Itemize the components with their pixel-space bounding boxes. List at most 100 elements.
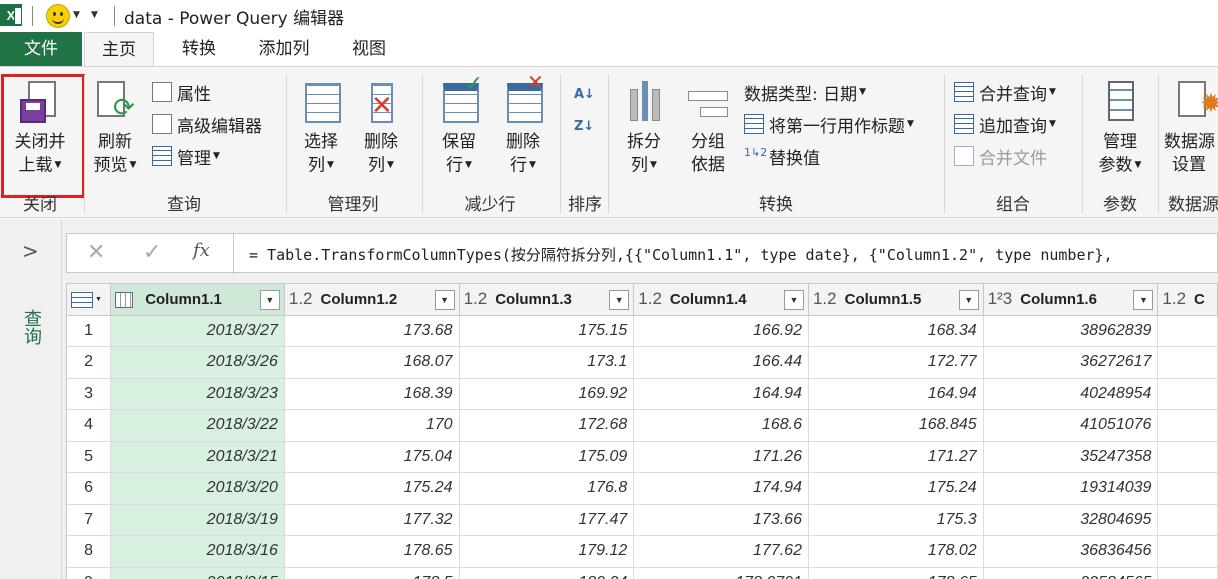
cancel-formula-icon[interactable]: ✕ [87,240,105,265]
table-cell[interactable]: 178.0701 [633,567,809,579]
table-cell[interactable]: 175.09 [459,441,635,473]
tab-transform[interactable]: 转换 [164,32,234,66]
remove-columns-button[interactable]: ✕ 删除 列 ▼ [354,71,408,178]
table-menu-header[interactable]: ▼ [67,284,112,316]
filter-dropdown-icon[interactable]: ▼ [434,290,455,310]
column-header[interactable]: 1.2 Column1.3 ▼ [459,284,635,316]
table-row[interactable]: 92018/3/15178.5180.24178.0701178.6522584… [67,567,1218,579]
fx-icon[interactable]: fx [193,240,210,261]
table-row[interactable]: 7 2018/3/19 177.32 177.47 173.66 175.3 3280469… [67,504,1218,536]
table-cell[interactable] [1157,504,1218,536]
column-header[interactable]: 1.2 Column1.2 ▼ [284,284,460,316]
table-cell[interactable]: 168.845 [808,409,984,442]
filter-dropdown-icon[interactable]: ▼ [609,290,630,310]
sort-descending-icon[interactable]: Z↓ [574,113,594,139]
table-cell[interactable]: 22584565 [983,567,1159,579]
column-header[interactable]: 1.2 C [1157,284,1218,316]
table-cell[interactable]: 177.47 [459,504,635,536]
table-cell[interactable] [1157,378,1218,410]
decimal-type-icon[interactable]: 1.2 [638,289,662,308]
table-cell[interactable]: 177.62 [633,535,809,568]
combine-files-button[interactable]: 合并文件 [954,143,1047,169]
properties-button[interactable]: 属性 [152,79,211,105]
row-index[interactable]: 5 [67,441,112,473]
table-cell[interactable]: 175.04 [284,441,460,473]
table-cell[interactable]: 164.94 [808,378,984,410]
table-cell[interactable] [1157,346,1218,379]
merge-queries-button[interactable]: 合并查询 ▼ [954,79,1056,105]
date-type-icon[interactable] [115,291,134,308]
decimal-type-icon[interactable]: 1.2 [289,289,313,308]
manage-parameters-button[interactable]: 管理 参数 ▼ [1090,71,1150,178]
column-header[interactable]: Column1.1 ▼ [110,284,285,316]
table-cell[interactable]: 168.39 [284,378,460,410]
commit-formula-icon[interactable]: ✓ [143,240,161,265]
table-cell[interactable]: 2018/3/15 [110,567,285,579]
table-cell[interactable]: 172.77 [808,346,984,379]
row-index[interactable]: 3 [67,378,112,410]
table-cell[interactable]: 178.65 [808,567,984,579]
row-index[interactable]: 6 [67,472,112,505]
table-cell[interactable]: 173.66 [633,504,809,536]
column-header[interactable]: 1.2 Column1.5 ▼ [808,284,984,316]
table-cell[interactable]: 40248954 [983,378,1159,410]
row-index[interactable]: 2 [67,346,112,379]
table-row[interactable]: 6 2018/3/20 175.24 176.8 174.94 175.24 1931403… [67,472,1218,505]
column-header[interactable]: 1.2 Column1.4 ▼ [633,284,809,316]
quick-access-customize-icon[interactable]: ▼ [91,10,98,20]
table-cell[interactable]: 171.26 [633,441,809,473]
decimal-type-icon[interactable]: 1.2 [464,289,488,308]
whole-number-type-icon[interactable]: 1²3 [988,289,1013,308]
table-cell[interactable]: 38962839 [983,315,1159,347]
table-cell[interactable] [1157,567,1218,579]
table-cell[interactable]: 178.5 [284,567,460,579]
table-cell[interactable] [1157,409,1218,442]
table-cell[interactable]: 2018/3/26 [110,346,285,379]
table-cell[interactable]: 175.3 [808,504,984,536]
table-cell[interactable]: 168.34 [808,315,984,347]
formula-input[interactable]: = Table.TransformColumnTypes(按分隔符拆分列,{{"… [249,244,1113,265]
append-queries-button[interactable]: 追加查询 ▼ [954,111,1056,137]
tab-view[interactable]: 视图 [334,32,404,66]
table-cell[interactable]: 173.68 [284,315,460,347]
remove-rows-button[interactable]: ✕ 删除 行 ▼ [494,71,552,178]
table-cell[interactable]: 178.65 [284,535,460,568]
filter-dropdown-icon[interactable]: ▼ [1133,290,1154,310]
group-by-button[interactable]: 分组 依据 [680,71,736,177]
row-index[interactable]: 1 [67,315,112,347]
sort-ascending-icon[interactable]: A↓ [574,81,595,107]
table-row[interactable]: 1 2018/3/27 173.68 175.15 166.92 168.34 389628… [67,315,1218,347]
smiley-dropdown-icon[interactable]: ▼ [73,10,80,20]
filter-dropdown-icon[interactable]: ▼ [259,290,280,310]
table-cell[interactable]: 168.6 [633,409,809,442]
table-cell[interactable]: 166.92 [633,315,809,347]
table-cell[interactable]: 19314039 [983,472,1159,505]
table-row[interactable]: 2 2018/3/26 168.07 173.1 166.44 172.77 3627261… [67,346,1218,379]
table-cell[interactable]: 174.94 [633,472,809,505]
column-header[interactable]: 1²3 Column1.6 ▼ [983,284,1159,316]
row-index[interactable]: 8 [67,535,112,568]
table-cell[interactable]: 2018/3/21 [110,441,285,473]
table-cell[interactable]: 2018/3/23 [110,378,285,410]
table-cell[interactable]: 176.8 [459,472,635,505]
table-cell[interactable] [1157,535,1218,568]
table-cell[interactable]: 179.12 [459,535,635,568]
table-cell[interactable]: 2018/3/27 [110,315,285,347]
filter-dropdown-icon[interactable]: ▼ [958,290,979,310]
row-index[interactable]: 9 [67,567,112,579]
table-cell[interactable]: 170 [284,409,460,442]
table-cell[interactable]: 178.02 [808,535,984,568]
smiley-feedback-icon[interactable] [46,4,70,28]
table-cell[interactable]: 169.92 [459,378,635,410]
row-index[interactable]: 4 [67,409,112,442]
table-row[interactable]: 3 2018/3/23 168.39 169.92 164.94 164.94 402489… [67,378,1218,410]
table-cell[interactable]: 171.27 [808,441,984,473]
tab-home[interactable]: 主页 [84,32,154,67]
table-cell[interactable]: 172.68 [459,409,635,442]
data-type-dropdown[interactable]: 数据类型: 日期 ▼ [744,79,866,105]
decimal-type-icon[interactable]: 1.2 [813,289,837,308]
queries-pane-label[interactable]: 查询 [18,309,44,345]
table-cell[interactable]: 36836456 [983,535,1159,568]
row-index[interactable]: 7 [67,504,112,536]
decimal-type-icon[interactable]: 1.2 [1162,289,1186,308]
